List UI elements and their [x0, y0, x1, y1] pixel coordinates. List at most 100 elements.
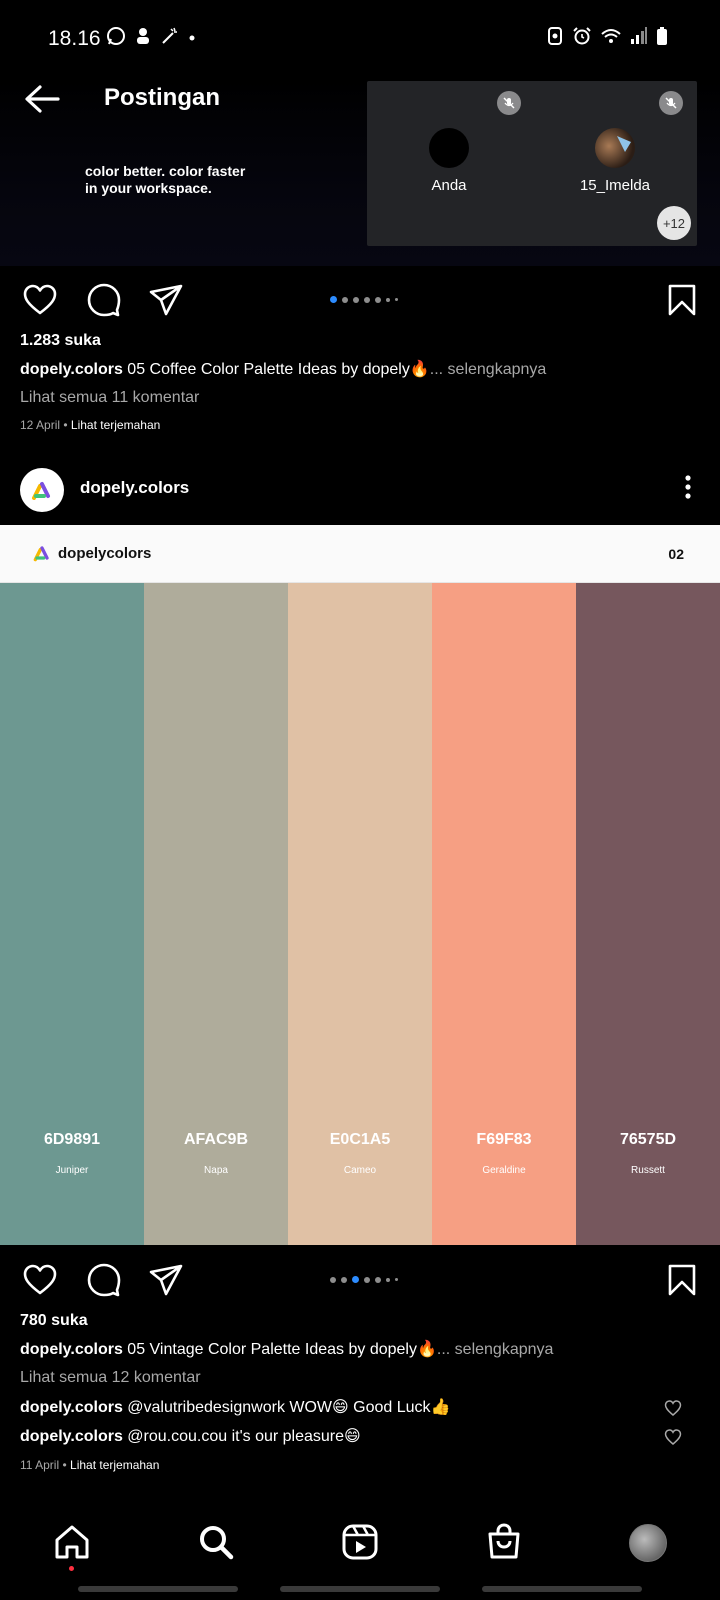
translate-link[interactable]: Lihat terjemahan — [71, 418, 160, 432]
color-swatch: AFAC9B Napa — [144, 583, 288, 1245]
heart-icon[interactable] — [22, 282, 58, 318]
brand: dopelycolors — [32, 544, 151, 562]
color-swatches: 6D9891 Juniper AFAC9B Napa E0C1A5 Cameo F69F83… — [0, 583, 720, 1245]
carousel-dot — [375, 296, 381, 303]
heart-icon[interactable] — [22, 1262, 58, 1298]
comment-username[interactable]: dopely.colors — [20, 1399, 123, 1416]
view-comments-link[interactable]: Lihat semua 12 komentar — [20, 1369, 201, 1387]
promo-line-1: color better. color faster — [85, 163, 246, 179]
back-arrow-icon[interactable] — [22, 82, 62, 116]
carousel-dot — [395, 298, 398, 301]
participant-name: Anda — [431, 177, 467, 194]
signal-icon — [630, 26, 648, 51]
carousel-dot — [375, 1276, 381, 1283]
carousel-indicator — [330, 296, 398, 303]
post-username[interactable]: dopely.colors — [80, 478, 189, 498]
carousel-dot — [395, 1278, 398, 1281]
post-date-line: 12 April • Lihat terjemahan — [20, 418, 161, 432]
swatch-hex: 76575D — [619, 1131, 677, 1148]
more-options-icon[interactable] — [684, 474, 692, 500]
more-participants-badge[interactable]: +12 — [657, 206, 691, 240]
post-actions — [0, 274, 720, 324]
post-image[interactable]: dopelycolors 02 6D9891 Juniper AFAC9B Napa E… — [0, 525, 720, 1245]
status-right-icons — [546, 26, 668, 51]
swatch-name: Cameo — [343, 1165, 377, 1176]
battery-icon — [656, 26, 668, 51]
mic-off-icon — [659, 91, 683, 115]
gesture-bar — [482, 1586, 642, 1592]
caption-username[interactable]: dopely.colors — [20, 361, 123, 378]
nfc-icon — [546, 26, 564, 51]
comment-like-icon[interactable] — [664, 1428, 682, 1446]
swatch-name: Napa — [204, 1165, 228, 1176]
notification-dot — [69, 1566, 74, 1571]
more-link[interactable]: ... selengkapnya — [437, 1341, 554, 1358]
bookmark-icon[interactable] — [664, 282, 700, 318]
avatar[interactable] — [20, 468, 64, 512]
carousel-dot — [353, 296, 359, 303]
search-icon[interactable] — [196, 1522, 236, 1562]
carousel-dot — [364, 296, 370, 303]
caption-username[interactable]: dopely.colors — [20, 1341, 123, 1358]
brand-name: dopelycolors — [58, 544, 152, 562]
bottom-navigation — [0, 1500, 720, 1600]
carousel-indicator — [330, 1276, 398, 1283]
share-icon[interactable] — [148, 1262, 184, 1298]
caption-text: 05 Vintage Color Palette Ideas by dopely… — [122, 1341, 437, 1358]
comment-icon[interactable] — [86, 1262, 122, 1298]
comment-username[interactable]: dopely.colors — [20, 1428, 123, 1445]
video-call-overlay[interactable]: Anda 15_Imelda +12 — [367, 81, 697, 246]
status-bar: 18.16 — [0, 0, 720, 80]
gesture-bar — [280, 1586, 440, 1592]
bookmark-icon[interactable] — [664, 1262, 700, 1298]
caption-text: 05 Coffee Color Palette Ideas by dopely🔥 — [122, 361, 430, 378]
carousel-dot — [341, 1276, 347, 1283]
comment-icon[interactable] — [86, 282, 122, 318]
participant-avatar — [429, 128, 469, 168]
shop-icon[interactable] — [484, 1522, 524, 1562]
swatch-name: Russett — [631, 1165, 665, 1176]
more-link[interactable]: ... selengkapnya — [430, 361, 547, 378]
mic-off-icon — [497, 91, 521, 115]
post-actions — [0, 1254, 720, 1304]
post-header: dopely.colors — [0, 464, 720, 514]
like-count[interactable]: 1.283 suka — [20, 332, 101, 350]
comment: dopely.colors @valutribedesignwork WOW😄 … — [20, 1397, 700, 1417]
post-date-line: 11 April • Lihat terjemahan — [20, 1458, 160, 1472]
share-icon[interactable] — [148, 282, 184, 318]
view-comments-link[interactable]: Lihat semua 11 komentar — [20, 389, 199, 407]
carousel-dot — [386, 297, 390, 302]
reels-icon[interactable] — [340, 1522, 380, 1562]
page-title: Postingan — [104, 84, 221, 111]
post-date: 11 April — [20, 1458, 60, 1472]
carousel-dot — [330, 296, 337, 303]
carousel-dot — [386, 1277, 390, 1282]
like-count[interactable]: 780 suka — [20, 1312, 88, 1330]
color-swatch: 6D9891 Juniper — [0, 583, 144, 1245]
translate-link[interactable]: Lihat terjemahan — [70, 1458, 159, 1472]
swatch-hex: AFAC9B — [183, 1131, 248, 1148]
profile-avatar[interactable] — [629, 1524, 667, 1562]
magic-icon — [160, 26, 180, 51]
comment-text: @rou.cou.cou it's our pleasure😄 — [122, 1428, 361, 1445]
wifi-icon — [600, 26, 622, 51]
gesture-bar — [78, 1586, 238, 1592]
swatch-hex: F69F83 — [476, 1131, 532, 1148]
post-caption: dopely.colors 05 Vintage Color Palette I… — [20, 1339, 553, 1359]
post-date: 12 April — [20, 418, 61, 432]
whatsapp-icon — [106, 26, 126, 51]
palette-header: dopelycolors 02 — [0, 525, 720, 583]
home-icon[interactable] — [52, 1522, 92, 1562]
color-swatch: 76575D Russett — [576, 583, 720, 1245]
carousel-dot — [330, 1276, 336, 1283]
carousel-dot — [352, 1276, 359, 1283]
participant-avatar — [595, 128, 635, 168]
comment-like-icon[interactable] — [664, 1399, 682, 1417]
dopely-logo-icon — [33, 546, 49, 562]
dopely-logo-icon — [32, 482, 50, 500]
promo-text: color better. color faster in your works… — [85, 163, 245, 197]
status-left-icons — [106, 26, 196, 51]
post-caption: dopely.colors 05 Coffee Color Palette Id… — [20, 359, 546, 379]
alarm-icon — [572, 26, 592, 51]
swatch-name: Juniper — [55, 1165, 89, 1176]
